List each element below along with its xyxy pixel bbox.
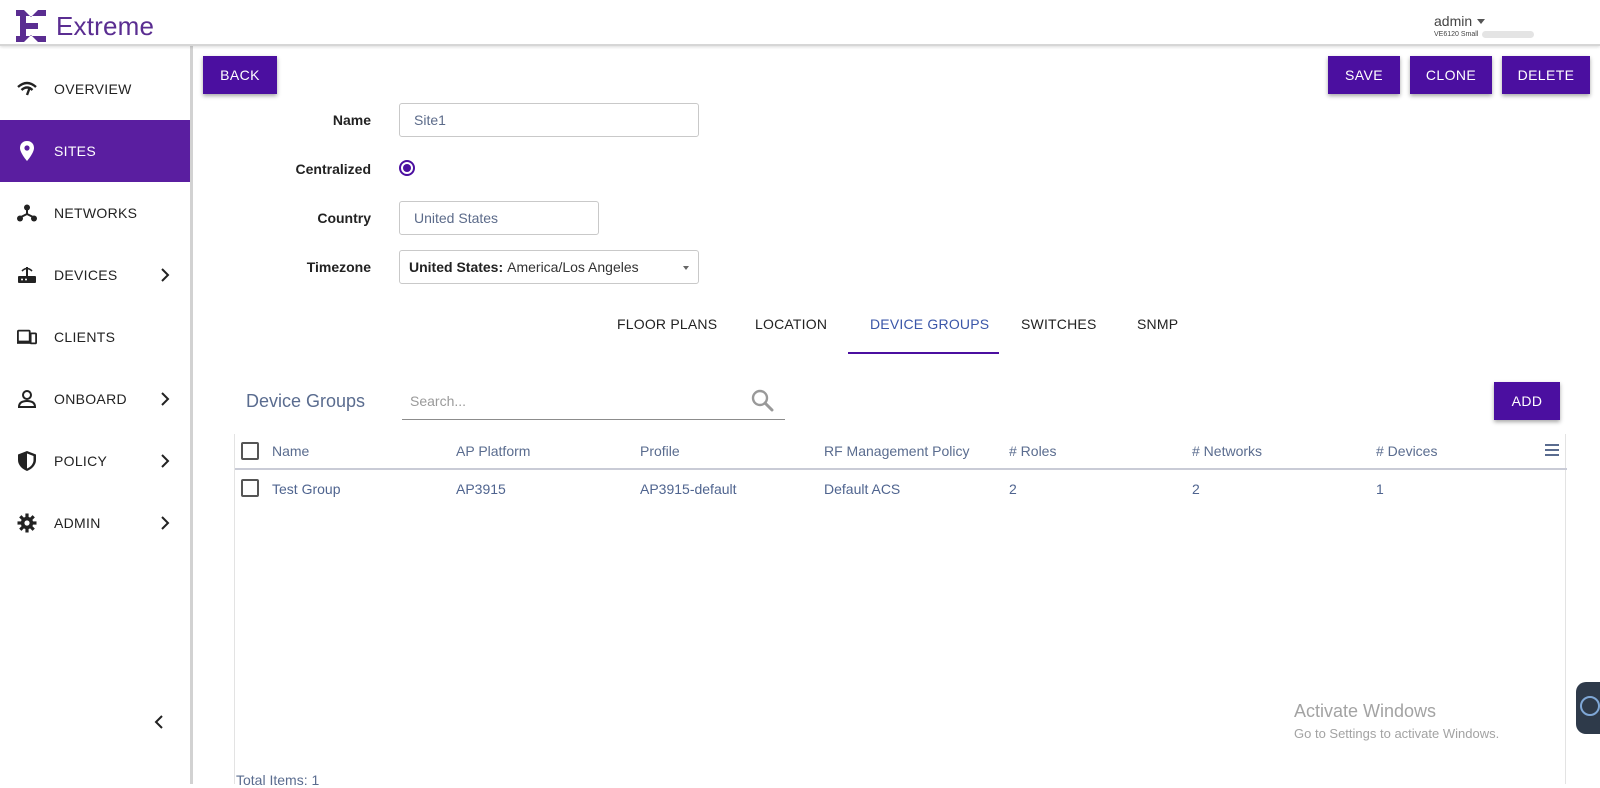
- cell-roles: 2: [1009, 481, 1017, 497]
- user-controller: VE6120 Small: [1434, 31, 1479, 38]
- top-header: Extreme admin VE6120 Small: [0, 0, 1600, 46]
- back-button[interactable]: BACK: [203, 56, 277, 94]
- timezone-value: America/Los Angeles: [507, 259, 639, 275]
- user-name: admin: [1434, 13, 1473, 29]
- column-header-ap-platform[interactable]: AP Platform: [456, 443, 530, 459]
- sidebar-item-admin[interactable]: ADMIN: [0, 492, 190, 554]
- caret-down-icon: [683, 266, 689, 270]
- cell-networks: 2: [1192, 481, 1200, 497]
- total-items: Total Items: 1: [236, 772, 320, 788]
- watermark-subtitle: Go to Settings to activate Windows.: [1294, 726, 1500, 741]
- sidebar-item-label: ONBOARD: [54, 391, 127, 407]
- column-header-profile[interactable]: Profile: [640, 443, 680, 459]
- cell-devices: 1: [1376, 481, 1384, 497]
- timezone-select[interactable]: United States: America/Los Angeles: [399, 250, 699, 284]
- tab-floor-plans[interactable]: FLOOR PLANS: [617, 316, 717, 332]
- shield-icon: [17, 451, 37, 471]
- timezone-label: Timezone: [306, 259, 371, 275]
- country-label: Country: [317, 210, 371, 226]
- country-value: United States: [414, 210, 499, 226]
- sidebar-item-label: SITES: [54, 143, 96, 159]
- sidebar-item-clients[interactable]: CLIENTS: [0, 306, 190, 368]
- column-header-rf-policy[interactable]: RF Management Policy: [824, 443, 970, 459]
- chevron-right-icon: [161, 516, 170, 530]
- sidebar: OVERVIEW SITES NETWORKS DEVICES CLIENTS …: [0, 46, 193, 784]
- sidebar-item-label: CLIENTS: [54, 329, 116, 345]
- chevron-right-icon: [161, 268, 170, 282]
- clone-button[interactable]: CLONE: [1410, 56, 1492, 94]
- centralized-label: Centralized: [295, 161, 371, 177]
- extreme-logo-icon: [16, 10, 46, 42]
- sidebar-item-sites[interactable]: SITES: [0, 120, 190, 182]
- sidebar-item-onboard[interactable]: ONBOARD: [0, 368, 190, 430]
- brand-name: Extreme: [56, 10, 155, 41]
- column-menu-icon[interactable]: [1545, 444, 1559, 456]
- table-header: Name AP Platform Profile RF Management P…: [235, 434, 1567, 470]
- table-row[interactable]: Test Group AP3915 AP3915-default Default…: [235, 472, 1565, 506]
- country-field[interactable]: United States: [399, 201, 599, 235]
- activation-watermark: Activate Windows Go to Settings to activ…: [1294, 701, 1499, 741]
- sidebar-item-label: NETWORKS: [54, 205, 138, 221]
- redacted-text: [1482, 31, 1535, 38]
- sidebar-item-label: POLICY: [54, 453, 108, 469]
- column-header-roles[interactable]: # Roles: [1009, 443, 1056, 459]
- add-button[interactable]: ADD: [1494, 382, 1560, 420]
- caret-down-icon: [1477, 18, 1486, 24]
- column-header-networks[interactable]: # Networks: [1192, 443, 1262, 459]
- tab-snmp[interactable]: SNMP: [1137, 316, 1178, 332]
- name-value: Site1: [414, 112, 446, 128]
- chevron-right-icon: [161, 392, 170, 406]
- cell-ap-platform: AP3915: [456, 481, 506, 497]
- clients-icon: [17, 327, 37, 347]
- help-icon: [1580, 696, 1600, 716]
- tab-location[interactable]: LOCATION: [755, 316, 827, 332]
- network-icon: [17, 203, 37, 223]
- brand-logo[interactable]: Extreme: [16, 10, 154, 42]
- gear-icon: [17, 513, 37, 533]
- sidebar-item-label: ADMIN: [54, 515, 101, 531]
- device-groups-title: Device Groups: [246, 391, 366, 411]
- sidebar-item-label: OVERVIEW: [54, 81, 132, 97]
- radio-selected-dot: [403, 164, 411, 172]
- user-subtitle: VE6120 Small: [1434, 31, 1535, 38]
- wifi-icon: [17, 79, 37, 99]
- tab-switches[interactable]: SWITCHES: [1021, 316, 1097, 332]
- delete-button[interactable]: DELETE: [1502, 56, 1590, 94]
- side-help-widget[interactable]: [1576, 682, 1600, 734]
- sidebar-item-devices[interactable]: DEVICES: [0, 244, 190, 306]
- sidebar-item-networks[interactable]: NETWORKS: [0, 182, 190, 244]
- name-label: Name: [332, 112, 371, 128]
- chevron-right-icon: [161, 454, 170, 468]
- centralized-radio[interactable]: [399, 160, 415, 176]
- location-pin-icon: [17, 141, 37, 161]
- select-all-checkbox[interactable]: [241, 442, 259, 460]
- name-field[interactable]: Site1: [399, 103, 699, 137]
- column-header-name[interactable]: Name: [272, 443, 309, 459]
- sidebar-item-policy[interactable]: POLICY: [0, 430, 190, 492]
- search-input[interactable]: [410, 391, 730, 411]
- search-box[interactable]: [402, 382, 785, 420]
- user-menu[interactable]: admin VE6120 Small: [1434, 13, 1535, 38]
- column-header-devices[interactable]: # Devices: [1376, 443, 1437, 459]
- timezone-country: United States:: [409, 259, 504, 275]
- watermark-title: Activate Windows: [1294, 701, 1437, 721]
- person-icon: [17, 389, 37, 409]
- save-button[interactable]: SAVE: [1328, 56, 1400, 94]
- router-icon: [17, 265, 37, 285]
- row-checkbox[interactable]: [241, 479, 259, 497]
- cell-name[interactable]: Test Group: [272, 481, 340, 497]
- collapse-sidebar-icon[interactable]: [152, 714, 166, 730]
- sidebar-item-overview[interactable]: OVERVIEW: [0, 58, 190, 120]
- active-tab-indicator: [848, 352, 999, 354]
- sidebar-item-label: DEVICES: [54, 267, 118, 283]
- tab-device-groups[interactable]: DEVICE GROUPS: [870, 316, 989, 332]
- cell-profile: AP3915-default: [640, 481, 737, 497]
- cell-rf-policy: Default ACS: [824, 481, 901, 497]
- search-icon[interactable]: [750, 388, 774, 412]
